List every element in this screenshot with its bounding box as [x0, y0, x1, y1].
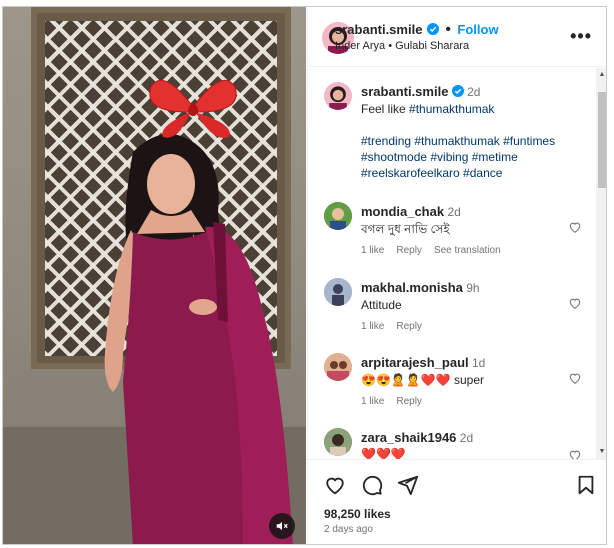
- comment-bubble-icon[interactable]: [361, 474, 383, 496]
- comment-item: mondia_chak 2d বগল দুধ নাভি সেই 1 like Re…: [308, 198, 596, 264]
- mute-toggle-button[interactable]: [269, 513, 295, 539]
- hashtags-line-3[interactable]: #reelskarofeelkaro #dance: [361, 165, 502, 182]
- like-comment-heart-icon[interactable]: [568, 448, 582, 459]
- comment-item: makhal.monisha 9h Attitude 1 like Reply: [308, 274, 596, 340]
- comment-item: arpitarajesh_paul 1d 😍😍🙎🙎❤️❤️ super 1 li…: [308, 349, 596, 415]
- verified-badge-icon: [426, 23, 439, 35]
- like-heart-icon[interactable]: [324, 474, 346, 496]
- caption-username[interactable]: srabanti.smile: [361, 84, 448, 99]
- caption-text: Feel like #thumakthumak: [361, 101, 494, 118]
- comment-text: বগল দুধ নাভি সেই: [361, 222, 450, 236]
- comment-time[interactable]: 2d: [460, 431, 473, 445]
- commenter-avatar[interactable]: [324, 202, 352, 230]
- scroll-thumb[interactable]: [598, 92, 606, 188]
- caption-avatar[interactable]: [324, 82, 352, 110]
- post-header: srabanti.smile • Follow Inder Arya • Gul…: [308, 7, 606, 67]
- post-actions: 98,250 likes 2 days ago: [308, 459, 606, 544]
- reply-button[interactable]: Reply: [396, 396, 422, 407]
- follow-button[interactable]: Follow: [457, 22, 498, 37]
- comment-meta: 1 like Reply: [361, 396, 434, 407]
- post-side-panel: srabanti.smile • Follow Inder Arya • Gul…: [307, 7, 606, 544]
- share-send-icon[interactable]: [397, 474, 419, 496]
- more-options-icon[interactable]: •••: [570, 26, 592, 47]
- comment-likes[interactable]: 1 like: [361, 321, 384, 332]
- commenter-username[interactable]: makhal.monisha: [361, 280, 463, 295]
- comments-list[interactable]: srabanti.smile 2d Feel like #thumakthuma…: [308, 68, 596, 459]
- hashtag-link[interactable]: #thumakthumak: [409, 102, 494, 116]
- hashtags-line-2[interactable]: #shootmode #vibing #metime: [361, 149, 518, 166]
- commenter-avatar[interactable]: [324, 353, 352, 381]
- caption-time[interactable]: 2d: [467, 85, 480, 99]
- caption: srabanti.smile 2d Feel like #thumakthuma…: [308, 68, 596, 188]
- reply-button[interactable]: Reply: [396, 245, 422, 256]
- post-dialog: srabanti.smile • Follow Inder Arya • Gul…: [2, 6, 607, 545]
- like-comment-heart-icon[interactable]: [568, 296, 582, 310]
- caption-line: Feel like: [361, 102, 410, 116]
- scroll-down-arrow-icon[interactable]: ▼: [598, 448, 606, 456]
- comment-item: zara_shaik1946 2d ❤️❤️❤️: [308, 424, 596, 459]
- comment-likes[interactable]: 1 like: [361, 396, 384, 407]
- comment-meta: 1 like Reply: [361, 321, 434, 332]
- comment-text: 😍😍🙎🙎❤️❤️ super: [361, 373, 484, 387]
- reply-button[interactable]: Reply: [396, 321, 422, 332]
- comment-text: Attitude: [361, 298, 402, 312]
- like-count[interactable]: 98,250 likes: [324, 507, 391, 521]
- commenter-avatar[interactable]: [324, 428, 352, 456]
- comment-time[interactable]: 2d: [447, 205, 460, 219]
- comment-time[interactable]: 9h: [466, 281, 479, 295]
- comment-meta: 1 like Reply See translation: [361, 245, 513, 256]
- woman-in-saree-figure: [104, 134, 293, 544]
- butterfly-filter-icon: [149, 79, 237, 138]
- hashtags-line-1[interactable]: #trending #thumakthumak #funtimes: [361, 133, 555, 150]
- commenter-avatar[interactable]: [324, 278, 352, 306]
- comment-time[interactable]: 1d: [472, 356, 485, 370]
- like-comment-heart-icon[interactable]: [568, 371, 582, 385]
- comments-scrollbar[interactable]: ▲ ▼: [596, 68, 606, 459]
- comment-text: ❤️❤️❤️: [361, 447, 406, 459]
- commenter-username[interactable]: arpitarajesh_paul: [361, 355, 469, 370]
- posted-time[interactable]: 2 days ago: [324, 524, 373, 535]
- author-username[interactable]: srabanti.smile: [335, 22, 422, 37]
- see-translation-button[interactable]: See translation: [434, 245, 501, 256]
- verified-badge-icon: [451, 85, 464, 97]
- comment-likes[interactable]: 1 like: [361, 245, 384, 256]
- commenter-username[interactable]: mondia_chak: [361, 204, 444, 219]
- speaker-muted-icon: [276, 521, 288, 531]
- audio-track[interactable]: Inder Arya • Gulabi Sharara: [335, 40, 469, 52]
- commenter-username[interactable]: zara_shaik1946: [361, 430, 456, 445]
- save-bookmark-icon[interactable]: [575, 474, 597, 496]
- scroll-up-arrow-icon[interactable]: ▲: [598, 71, 606, 79]
- reel-video[interactable]: [3, 7, 306, 544]
- like-comment-heart-icon[interactable]: [568, 220, 582, 234]
